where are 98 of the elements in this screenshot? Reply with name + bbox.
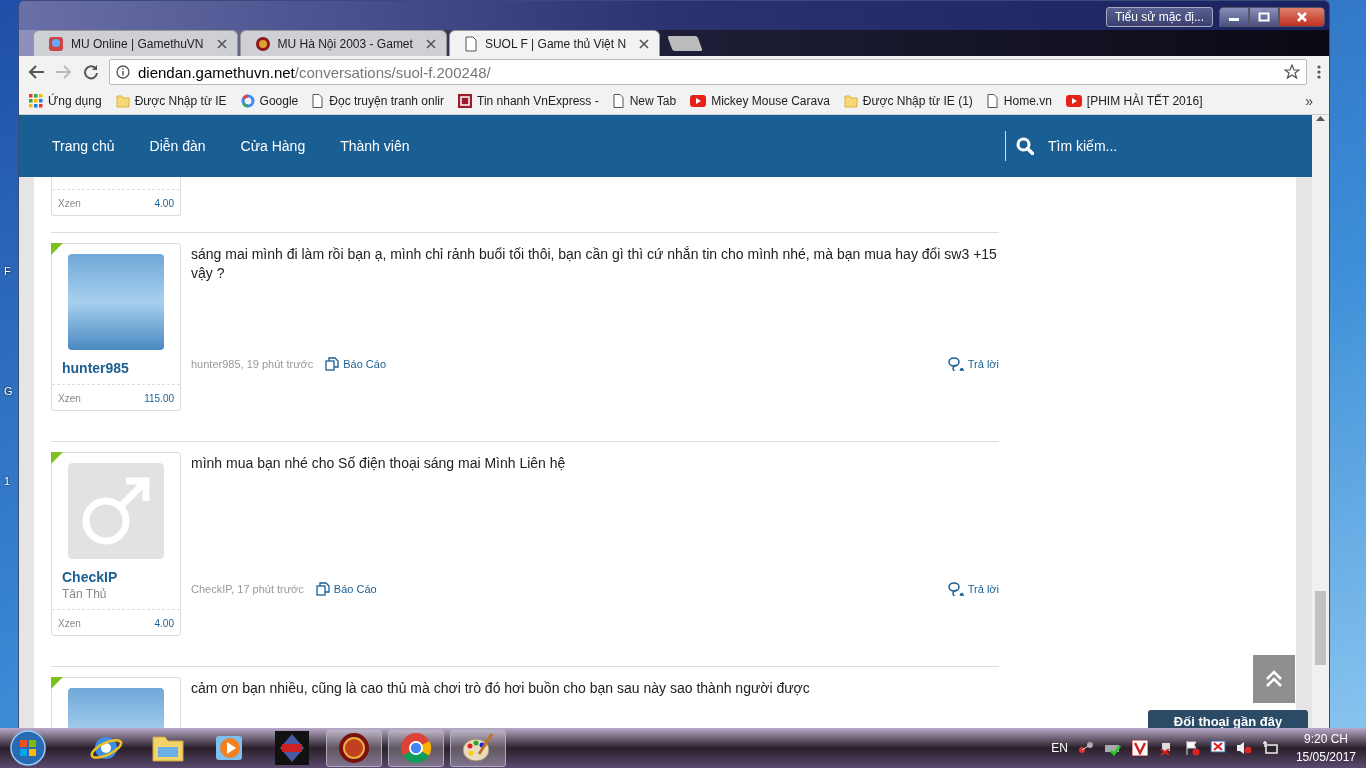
chevron-tile-icon xyxy=(1131,740,1148,756)
chrome-icon xyxy=(400,732,432,764)
menu-dots-icon xyxy=(1317,64,1321,80)
reply-link[interactable]: Trả lời xyxy=(947,357,999,371)
search-icon xyxy=(1016,137,1034,155)
folder-icon xyxy=(843,94,858,108)
game-emblem-icon xyxy=(275,731,309,765)
round-emblem-icon xyxy=(337,731,371,765)
scrollbar-thumb[interactable] xyxy=(1315,591,1326,665)
nav-link[interactable]: Diễn đàn xyxy=(149,138,206,154)
username-link[interactable]: CheckIP xyxy=(62,569,180,585)
round-emblem-icon xyxy=(254,35,271,52)
star-icon xyxy=(1284,64,1300,80)
network-icon xyxy=(1261,740,1278,756)
info-icon xyxy=(116,65,130,79)
folder-icon xyxy=(115,94,130,108)
close-icon xyxy=(425,38,436,49)
scroll-top-button[interactable] xyxy=(1253,655,1295,703)
bookmark-item[interactable]: Home.vn xyxy=(986,94,1052,108)
close-button[interactable] xyxy=(1279,7,1325,27)
page-icon xyxy=(612,94,625,108)
double-chevron-up-icon xyxy=(1264,669,1284,689)
video-play-icon xyxy=(1065,95,1082,107)
bookmark-item[interactable]: Mickey Mouse Carava xyxy=(690,94,830,108)
browser-tab[interactable]: MU Online | GamethuVN xyxy=(33,30,238,56)
desktop-icon-label: G xyxy=(4,385,13,397)
xzen-value: 115.00 xyxy=(144,393,174,404)
new-tab-button[interactable] xyxy=(667,36,703,51)
message-text: mình mua bạn nhé cho Số điện thoại sáng mai Mình Liên hệ xyxy=(191,454,567,473)
post-meta: CheckIP, 17 phút trước xyxy=(191,583,304,595)
xzen-label: Xzen xyxy=(58,198,81,209)
nav-link[interactable]: Thành viên xyxy=(340,138,410,154)
bookmark-item[interactable]: Được Nhập từ IE (1) xyxy=(843,94,973,108)
close-icon xyxy=(216,38,227,49)
bookmark-item[interactable]: Được Nhập từ IE xyxy=(115,94,227,108)
xzen-value: 4.00 xyxy=(154,198,174,209)
page-icon xyxy=(463,35,478,52)
palette-icon xyxy=(461,732,495,764)
profile-button[interactable]: Tiểu sử mặc đị... xyxy=(1106,7,1213,27)
scrollbar[interactable] xyxy=(1312,115,1329,728)
xzen-label: Xzen xyxy=(58,618,81,629)
reload-button[interactable] xyxy=(83,64,99,80)
close-icon xyxy=(1296,12,1308,22)
bookmark-item[interactable]: Ứng dụng xyxy=(29,94,102,108)
flag-blocked-icon xyxy=(1183,740,1200,756)
close-icon xyxy=(639,38,650,49)
copy-icon xyxy=(315,582,330,596)
folder-icon xyxy=(151,733,185,763)
username-link[interactable]: hunter985 xyxy=(62,360,180,376)
reload-icon xyxy=(83,64,99,80)
bookmark-item[interactable]: Tin nhanh VnExpress - xyxy=(458,94,599,108)
recent-conversations-tab[interactable]: Đối thoại gần đây xyxy=(1148,710,1308,728)
apps-grid-icon xyxy=(29,94,43,108)
user-rank: Tân Thủ xyxy=(62,587,108,601)
language-indicator[interactable]: EN xyxy=(1051,741,1068,755)
xzen-value: 4.00 xyxy=(154,618,174,629)
copy-icon xyxy=(325,357,340,371)
monitor-blocked-icon xyxy=(1209,740,1226,756)
nav-link[interactable]: Cửa Hàng xyxy=(240,138,306,154)
bookmark-item[interactable]: Google xyxy=(240,94,299,108)
bookmark-item[interactable]: New Tab xyxy=(612,94,677,108)
back-button[interactable] xyxy=(27,64,45,80)
browser-tab[interactable]: MU Hà Nội 2003 - Gamet xyxy=(239,30,447,56)
forward-arrow-icon xyxy=(55,64,73,80)
more-bookmarks-button[interactable]: » xyxy=(1305,93,1319,109)
message-text: cảm ơn bạn nhiều, cũng là cao thủ mà chơi trò đó hơi buồn cho bạn sau này sao thành người được xyxy=(191,679,811,698)
nav-link[interactable]: Trang chủ xyxy=(52,138,115,154)
maximize-icon xyxy=(1258,12,1270,22)
report-link[interactable]: Báo Cáo xyxy=(315,582,377,596)
corner-marker xyxy=(51,677,63,689)
address-field[interactable]: diendan.gamethuvn.net/conversations/suol-f.200248/ xyxy=(109,59,1307,85)
back-arrow-icon xyxy=(27,64,45,80)
search-field[interactable]: Tìm kiếm... xyxy=(1048,138,1248,154)
reply-link[interactable]: Trả lời xyxy=(947,582,999,596)
minimize-button[interactable] xyxy=(1219,7,1249,27)
message-text: sáng mai mình đi làm rồi bạn ạ, mình chỉ rảnh buổi tối thôi, bạn cần gì thì cứ nhắn tin cho mình nhé, mà bạn mua hay đổi sw3 +15 vậy ? xyxy=(191,245,998,283)
corner-marker xyxy=(51,452,63,464)
xzen-label: Xzen xyxy=(58,393,81,404)
news-icon xyxy=(458,94,473,108)
post-meta: hunter985, 19 phút trước xyxy=(191,358,314,370)
browser-tab[interactable]: SUOL F | Game thủ Việt N xyxy=(448,30,661,56)
menu-button[interactable] xyxy=(1317,64,1321,80)
report-link[interactable]: Báo Cáo xyxy=(325,357,387,371)
page-icon xyxy=(312,94,325,108)
colored-ring-icon xyxy=(240,94,255,108)
speaker-muted-icon xyxy=(1235,740,1252,756)
maximize-button[interactable] xyxy=(1249,7,1279,27)
clock[interactable]: 9:20 CH 15/05/2017 xyxy=(1295,730,1356,766)
video-play-icon xyxy=(690,95,707,107)
page-icon xyxy=(986,94,999,108)
avatar-icon xyxy=(48,35,64,52)
start-orb-icon xyxy=(8,729,48,767)
bookmark-item[interactable]: [PHIM HÀI TẾT 2016] xyxy=(1065,94,1203,108)
bookmark-item[interactable]: Đọc truyện tranh onlir xyxy=(312,94,445,108)
desktop-icon-label: F xyxy=(4,265,11,277)
network-nodes-icon xyxy=(1077,740,1094,756)
desktop-icon-label: 1 xyxy=(4,475,11,487)
corner-marker xyxy=(51,243,63,255)
